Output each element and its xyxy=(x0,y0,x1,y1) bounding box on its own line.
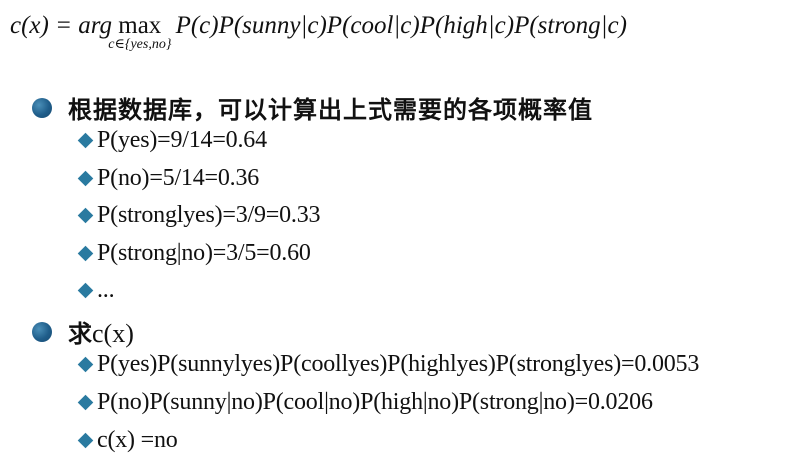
formula-rhs: P(c)P(sunny|c)P(cool|c)P(high|c)P(strong… xyxy=(175,12,627,39)
diamond-bullet-icon xyxy=(77,394,94,411)
section2-title: 求c(x) xyxy=(68,314,134,349)
section2-heading: 求c(x) xyxy=(32,314,134,349)
section2-title-math: c(x) xyxy=(92,319,134,348)
list-item: P(yes)=9/14=0.64 xyxy=(77,127,267,154)
filled-circle-bullet-icon xyxy=(32,321,52,342)
list-item-text: P(no)P(sunny|no)P(cool|no)P(high|no)P(st… xyxy=(97,389,653,415)
list-item-text: P(no)=5/14=0.36 xyxy=(97,165,260,191)
list-item-text: P(yes)=9/14=0.64 xyxy=(97,127,267,153)
list-item: P(strong|no)=3/5=0.60 xyxy=(77,240,311,267)
diamond-bullet-icon xyxy=(77,245,94,262)
list-item: ... xyxy=(77,277,115,304)
formula-lhs: c(x) = arg xyxy=(10,12,113,39)
diamond-bullet-icon xyxy=(77,170,94,187)
formula: c(x) = arg max c∈{yes,no} P(c)P(sunny|c)… xyxy=(10,12,627,52)
list-item: P(yes)P(sunnylyes)P(coollyes)P(highlyes)… xyxy=(77,351,700,378)
section2-title-cn: 求 xyxy=(68,320,92,348)
list-item: c(x) =no xyxy=(77,427,178,454)
diamond-bullet-icon xyxy=(77,432,94,449)
section1-heading: 根据数据库，可以计算出上式需要的各项概率值 xyxy=(32,90,593,125)
list-item: P(no)=5/14=0.36 xyxy=(77,165,260,192)
filled-circle-bullet-icon xyxy=(32,97,52,118)
diamond-bullet-icon xyxy=(77,282,94,299)
list-item: P(no)P(sunny|no)P(cool|no)P(high|no)P(st… xyxy=(77,389,653,416)
formula-op: max xyxy=(118,12,162,39)
formula-subscript: c∈{yes,no} xyxy=(108,37,172,52)
list-item-text: P(stronglyes)=3/9=0.33 xyxy=(97,202,321,228)
list-item-text: P(strong|no)=3/5=0.60 xyxy=(97,240,311,266)
section1-title: 根据数据库，可以计算出上式需要的各项概率值 xyxy=(68,96,593,124)
list-item-text: P(yes)P(sunnylyes)P(coollyes)P(highlyes)… xyxy=(97,351,700,377)
formula-argmax: max c∈{yes,no} xyxy=(108,12,171,52)
diamond-bullet-icon xyxy=(77,356,94,373)
diamond-bullet-icon xyxy=(77,207,94,224)
list-item-text: c(x) =no xyxy=(97,427,178,453)
list-item-text: ... xyxy=(97,277,115,303)
list-item: P(stronglyes)=3/9=0.33 xyxy=(77,202,321,229)
diamond-bullet-icon xyxy=(77,132,94,149)
